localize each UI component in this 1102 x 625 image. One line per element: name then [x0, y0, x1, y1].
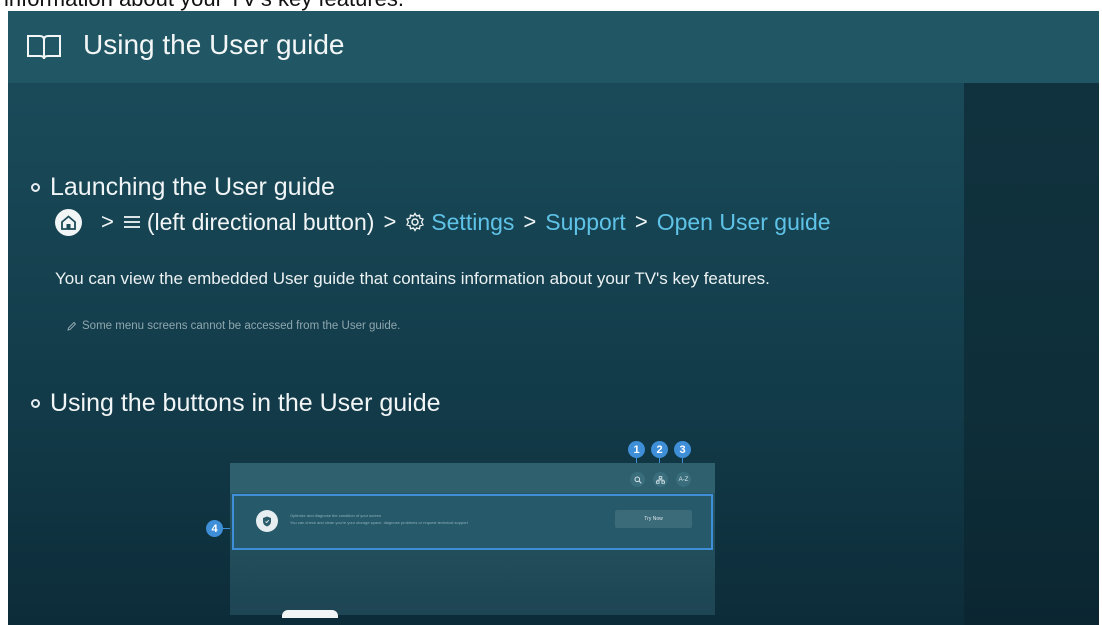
badge-4: 4	[206, 520, 223, 537]
preview-card-desc: You can check and clean you're your stor…	[290, 520, 468, 525]
section-title-text: Using the buttons in the User guide	[50, 389, 441, 417]
section-heading-buttons: Using the buttons in the User guide	[31, 389, 441, 418]
settings-link[interactable]: Settings	[431, 209, 514, 236]
path-separator: >	[383, 209, 397, 234]
user-guide-preview: A-Z Optimize and diagnose the condition …	[230, 463, 715, 618]
section-heading-launching: Launching the User guide	[31, 173, 335, 202]
a-z-button[interactable]: A-Z	[676, 472, 691, 487]
menu-icon[interactable]	[123, 214, 141, 230]
gear-icon	[405, 212, 425, 232]
menu-path-label: (left directional button)	[146, 208, 375, 235]
shield-icon	[256, 510, 278, 532]
path-separator: >	[634, 209, 648, 234]
book-icon	[27, 35, 61, 60]
preview-scroll-indicator	[282, 610, 338, 618]
badge-1: 1	[628, 441, 645, 458]
home-icon[interactable]	[55, 208, 82, 236]
bullet-icon	[31, 399, 40, 408]
note-text: Some menu screens cannot be accessed fro…	[66, 320, 400, 332]
pencil-icon	[66, 321, 77, 332]
menu-path: > (left directional button) > Settings >…	[55, 205, 831, 239]
page-header: Using the User guide	[8, 11, 1099, 83]
description-text: You can view the embedded User guide tha…	[55, 269, 770, 288]
path-separator: >	[523, 209, 537, 234]
badge-3: 3	[674, 441, 691, 458]
side-panel	[964, 83, 1099, 625]
open-user-guide-link[interactable]: Open User guide	[657, 209, 831, 236]
badge-2: 2	[651, 441, 668, 458]
bullet-icon	[31, 183, 40, 192]
support-link[interactable]: Support	[545, 209, 626, 236]
category-icon[interactable]	[653, 472, 668, 487]
section-title-text: Launching the User guide	[50, 173, 335, 201]
path-separator: >	[101, 209, 114, 234]
preview-card[interactable]: Optimize and diagnose the condition of y…	[232, 494, 713, 550]
preview-card-title: Optimize and diagnose the condition of y…	[290, 513, 382, 518]
try-now-button[interactable]: Try Now	[615, 510, 692, 528]
tv-screen: Using the User guide Launching the User …	[8, 11, 1099, 625]
note-label: Some menu screens cannot be accessed fro…	[82, 320, 401, 332]
page-title: Using the User guide	[83, 29, 345, 60]
search-icon[interactable]	[630, 472, 645, 487]
